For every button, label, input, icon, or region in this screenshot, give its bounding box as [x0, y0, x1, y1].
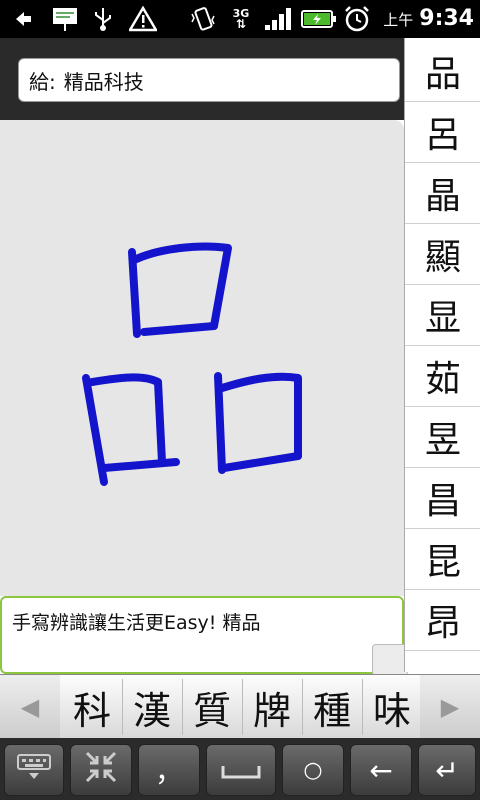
- ink-stroke: [220, 452, 302, 472]
- handwriting-strokes: [82, 242, 302, 486]
- status-ampm: 上午: [383, 11, 414, 29]
- candidate-column-item[interactable]: 品: [405, 40, 480, 102]
- shrink-key[interactable]: [70, 744, 132, 796]
- status-bar: 3G ⇅ 上午 9:34: [0, 0, 480, 38]
- candidate-row-item[interactable]: 科: [62, 679, 123, 735]
- signal-strength-icon: [262, 5, 294, 33]
- candidate-bar: ◀ 科漢質牌種味 ▶: [0, 674, 480, 739]
- presentation-icon: [50, 5, 80, 33]
- backspace-icon: ←: [369, 753, 393, 787]
- keyboard-row: ， ○ ← ↵: [0, 738, 480, 800]
- collapse-arrows-icon: [84, 750, 118, 791]
- triangle-right-icon: ▶: [440, 693, 460, 721]
- usb-icon: [90, 5, 116, 33]
- candidate-column-item[interactable]: 顯: [405, 223, 480, 285]
- ink-stroke: [128, 248, 141, 338]
- backspace-key[interactable]: ←: [350, 744, 412, 796]
- keyboard-icon: [17, 753, 51, 788]
- recipient-field[interactable]: 給: 精品科技: [18, 58, 400, 102]
- candidate-row-item[interactable]: 牌: [242, 679, 303, 735]
- ink-stroke: [130, 242, 232, 330]
- candidate-column: 品呂晶顯显茹昱昌昆昂: [404, 38, 480, 672]
- candidate-column-item[interactable]: 呂: [405, 101, 480, 163]
- candidate-column-item[interactable]: 晶: [405, 162, 480, 224]
- candidate-column-item[interactable]: 昂: [405, 589, 480, 651]
- vibrate-icon: [188, 5, 218, 33]
- message-input[interactable]: 手寫辨識讓生活更Easy! 精品: [0, 596, 404, 674]
- candidate-column-item[interactable]: 显: [405, 284, 480, 346]
- recipient-label: 給:: [29, 69, 56, 94]
- alarm-clock-icon: [342, 5, 372, 33]
- triangle-left-icon: ◀: [20, 693, 40, 721]
- candidate-column-item[interactable]: 昆: [405, 528, 480, 590]
- enter-key[interactable]: ↵: [418, 744, 476, 796]
- recipient-name: 精品科技: [63, 69, 144, 94]
- candidate-row-item[interactable]: 味: [362, 679, 423, 735]
- candidate-column-item[interactable]: 茹: [405, 345, 480, 407]
- candidate-row-item[interactable]: 漢: [122, 679, 183, 735]
- candidate-next-button[interactable]: ▶: [420, 675, 480, 739]
- ink-stroke: [218, 372, 302, 460]
- comma-key[interactable]: ，: [138, 744, 200, 796]
- back-arrow-icon: [10, 5, 36, 33]
- ink-stroke: [88, 373, 166, 466]
- dot-key[interactable]: ○: [282, 744, 344, 796]
- ink-stroke: [140, 322, 218, 336]
- space-key[interactable]: [206, 744, 276, 796]
- dot-label: ○: [303, 757, 323, 783]
- warning-icon: [128, 5, 158, 33]
- comma-label: ，: [154, 755, 183, 788]
- candidate-column-item[interactable]: 昱: [405, 406, 480, 468]
- ink-stroke: [100, 458, 180, 472]
- candidate-column-item[interactable]: 昌: [405, 467, 480, 529]
- status-clock: 9:34: [419, 6, 474, 31]
- keyboard-switch-key[interactable]: [4, 744, 64, 796]
- candidate-row-item[interactable]: 質: [182, 679, 243, 735]
- send-button-partial[interactable]: [372, 644, 408, 676]
- space-icon: [221, 754, 261, 787]
- candidate-row-item[interactable]: 種: [302, 679, 363, 735]
- message-text: 手寫辨識讓生活更Easy! 精品: [12, 612, 261, 634]
- network-type-icon: 3G ⇅: [232, 7, 250, 31]
- candidate-prev-button[interactable]: ◀: [0, 675, 60, 739]
- battery-charging-icon: [300, 5, 338, 33]
- enter-icon: ↵: [435, 753, 459, 787]
